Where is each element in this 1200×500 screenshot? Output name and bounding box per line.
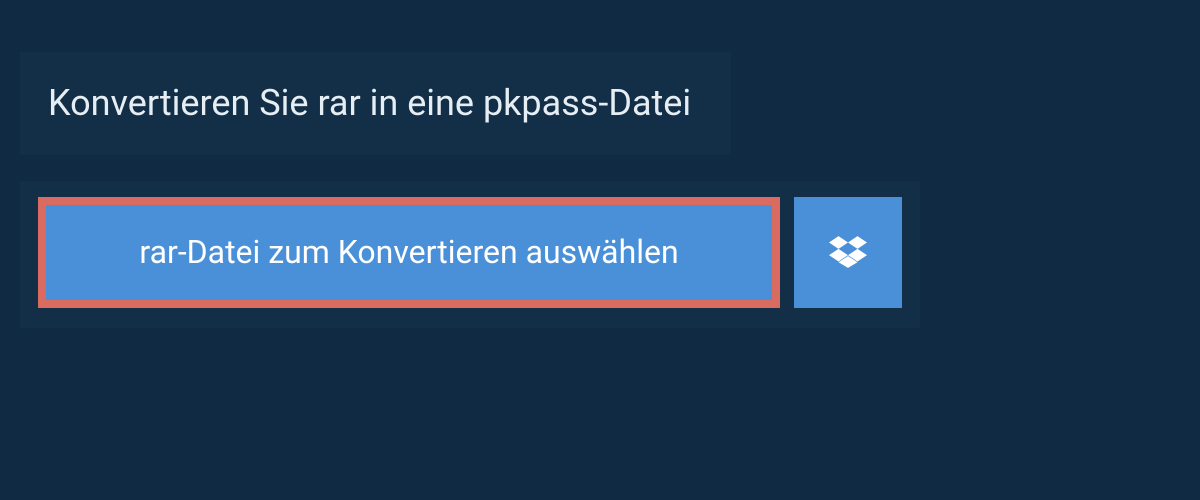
dropbox-button[interactable] (794, 197, 902, 307)
converter-widget: Konvertieren Sie rar in eine pkpass-Date… (0, 0, 1200, 328)
select-file-button[interactable]: rar-Datei zum Konvertieren auswählen (38, 197, 780, 307)
page-title: Konvertieren Sie rar in eine pkpass-Date… (48, 82, 691, 125)
select-file-label: rar-Datei zum Konvertieren auswählen (139, 233, 678, 271)
dropbox-icon (829, 233, 867, 271)
title-panel: Konvertieren Sie rar in eine pkpass-Date… (20, 52, 731, 155)
upload-button-panel: rar-Datei zum Konvertieren auswählen (20, 181, 920, 327)
